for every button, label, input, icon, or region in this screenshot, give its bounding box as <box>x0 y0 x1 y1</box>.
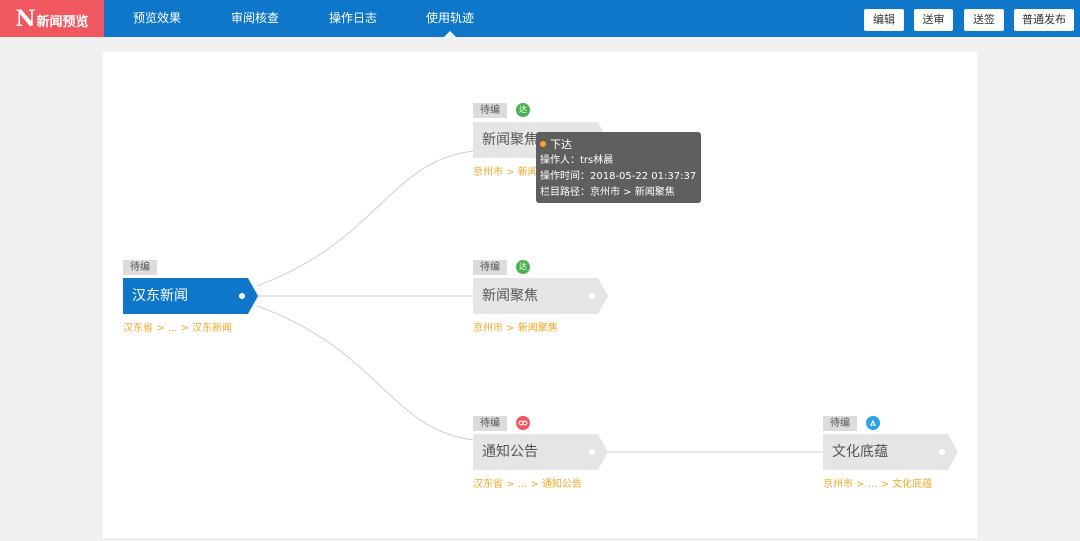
status-tag: 待编 <box>473 260 507 275</box>
node-culture[interactable]: 文化底蕴 <box>823 434 958 470</box>
node-label: 新闻聚焦 <box>482 288 538 304</box>
node-path: 汉东省 > ... > 通知公告 <box>473 479 583 490</box>
node-label: 通知公告 <box>482 444 538 460</box>
node-notice[interactable]: 通知公告 <box>473 434 608 470</box>
tooltip-column-path: 栏目路径：京州市 > 新闻聚焦 <box>540 187 675 198</box>
node-handle-dot <box>239 293 245 299</box>
check-issue-icon: 达 <box>516 260 530 274</box>
tooltip-operator: 操作人：trs林晨 <box>540 155 614 166</box>
status-tag: 待编 <box>823 416 857 431</box>
tooltip-time: 操作时间：2018-05-22 01:37:37 <box>540 171 697 182</box>
node-path: 汉东省 > ... > 汉东新闻 <box>123 323 233 334</box>
bullet-icon <box>540 141 546 147</box>
tooltip-title-row: 下达 <box>540 137 697 153</box>
link-icon <box>516 416 530 430</box>
node-root[interactable]: 汉东新闻 <box>123 278 258 314</box>
node-news-focus-2[interactable]: 新闻聚焦 <box>473 278 608 314</box>
status-tag: 待编 <box>473 103 507 118</box>
node-label: 汉东新闻 <box>132 288 188 304</box>
tooltip-title: 下达 <box>550 138 572 151</box>
link-root-to-n3 <box>256 305 475 441</box>
node-label: 新闻聚焦 <box>482 132 538 148</box>
node-label: 文化底蕴 <box>832 444 888 460</box>
link-root-to-n1 <box>256 150 475 287</box>
node-handle-dot <box>939 449 945 455</box>
node-handle-dot <box>589 293 595 299</box>
node-path: 京州市 > 新闻聚焦 <box>473 323 558 334</box>
status-tag: 待编 <box>473 416 507 431</box>
node-handle-dot <box>589 449 595 455</box>
node-tooltip: 下达 操作人：trs林晨 操作时间：2018-05-22 01:37:37 栏目… <box>536 132 701 203</box>
push-icon <box>866 416 880 430</box>
check-issue-icon: 达 <box>516 103 530 117</box>
status-tag: 待编 <box>123 260 157 275</box>
node-path: 京州市 > ... > 文化底蕴 <box>823 479 933 490</box>
